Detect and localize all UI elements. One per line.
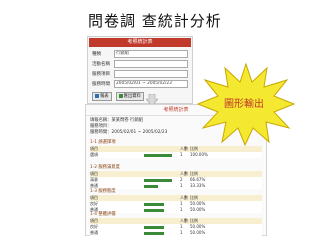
export-icon <box>118 94 123 98</box>
filter-label: 活動名稱 <box>92 62 110 67</box>
document-icon <box>95 94 99 98</box>
export-button[interactable]: 匯出資料 <box>115 91 144 101</box>
search-panel-title: 考照統計表 <box>127 39 153 45</box>
activity-name-input[interactable] <box>114 60 188 68</box>
filter-row-activity: 活動名稱 <box>92 60 188 68</box>
filter-row-date: 服務時間 2005/02/01 ~ 2005/02/23 <box>92 80 188 88</box>
result-section: 1-3 服務態度 項目 人數 比例 良好 1 50.00% 普通 1 50.00… <box>90 189 262 213</box>
search-panel-header-bar: 考照統計表 <box>89 38 191 47</box>
search-panel: 考照統計表 種類 行銷組 活動名稱 服務項目 服務時間 2005/02/01 ~… <box>87 36 193 104</box>
row-count: 1 <box>180 152 183 157</box>
table-row: 選項 1 100.00% <box>90 152 262 158</box>
export-button-label: 匯出資料 <box>123 94 141 99</box>
percentage-bar <box>144 184 158 188</box>
row-count: 1 <box>180 230 183 235</box>
row-ratio: 50.00% <box>190 230 206 235</box>
filter-label: 服務項目 <box>92 72 110 77</box>
category-select[interactable]: 行銷組 <box>114 50 188 58</box>
percentage-bar <box>144 153 173 157</box>
percentage-bar <box>144 231 164 235</box>
percentage-bar <box>144 202 164 206</box>
slide-title: 問卷調 查統計分析 <box>88 12 222 30</box>
filter-label: 服務時間 <box>92 82 110 87</box>
percentage-bar <box>144 225 164 229</box>
filter-row-category: 種類 行銷組 <box>92 50 188 58</box>
action-buttons: 報表 匯出資料 <box>92 91 188 101</box>
row-ratio: 100.00% <box>190 152 208 157</box>
info-line: 服務時間：2005/02/01 ~ 2005/02/23 <box>90 130 168 135</box>
row-label: 普通 <box>90 230 98 235</box>
table-row: 普通 1 50.00% <box>90 230 262 236</box>
filter-row-service: 服務項目 <box>92 70 188 78</box>
result-section: 1-2 服務滿意度 項目 人數 比例 滿意 2 66.67% 普通 1 33.3… <box>90 165 262 189</box>
report-button-label: 報表 <box>100 94 109 99</box>
service-item-select[interactable] <box>114 70 188 78</box>
row-label: 選項 <box>90 152 98 157</box>
report-button[interactable]: 報表 <box>92 91 112 101</box>
percentage-bar <box>144 178 173 182</box>
result-section: 1-4 整體評價 項目 人數 比例 良好 1 50.00% 普通 1 50.00… <box>90 212 262 236</box>
filter-label: 種類 <box>92 52 101 57</box>
date-range-input[interactable]: 2005/02/01 ~ 2005/02/23 <box>114 80 188 88</box>
result-info: 填報名稱：某某問卷 行銷組 服務項目： 服務時間：2005/02/01 ~ 20… <box>90 118 167 136</box>
graphic-output-label: 圖形輸出 <box>224 99 264 110</box>
